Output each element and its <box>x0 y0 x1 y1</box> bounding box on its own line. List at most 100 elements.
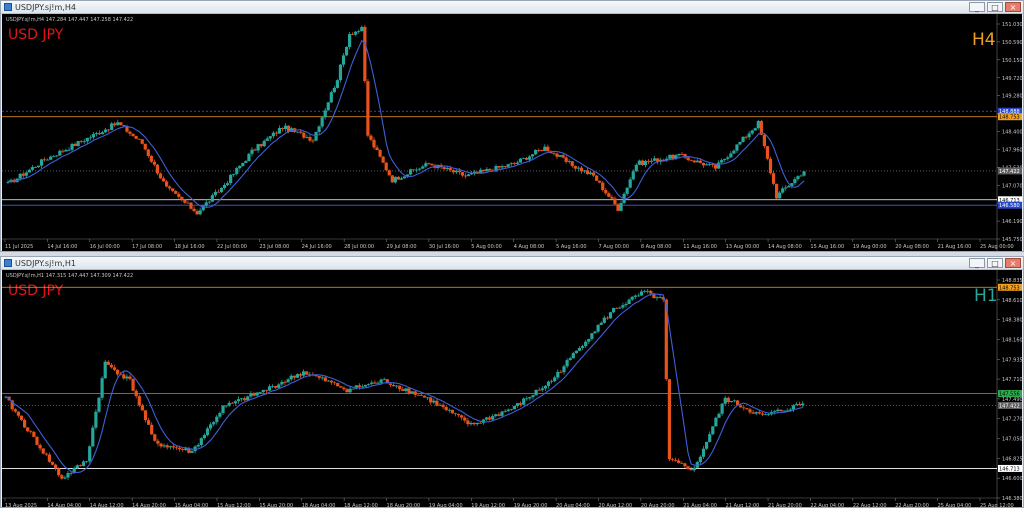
candle-bear[interactable] <box>253 149 257 151</box>
candle-bull[interactable] <box>723 158 727 161</box>
candle-bull[interactable] <box>244 160 248 163</box>
candle-bear[interactable] <box>274 132 278 134</box>
candle-bull[interactable] <box>246 396 250 401</box>
candle-bull[interactable] <box>550 381 554 382</box>
candle-bull[interactable] <box>410 391 414 394</box>
candle-bear[interactable] <box>686 157 690 160</box>
candle-bull[interactable] <box>568 358 572 361</box>
minimize-button[interactable]: _ <box>969 258 985 268</box>
candle-bear[interactable] <box>372 139 376 148</box>
candle-bull[interactable] <box>695 160 699 163</box>
candle-bear[interactable] <box>181 449 185 451</box>
candle-bear[interactable] <box>512 163 516 165</box>
candle-bear[interactable] <box>745 408 749 410</box>
candle-bull[interactable] <box>190 451 194 453</box>
candle-bear[interactable] <box>760 413 764 415</box>
candle-bull[interactable] <box>677 153 681 156</box>
candle-bull[interactable] <box>781 188 785 193</box>
candle-bear[interactable] <box>329 380 334 383</box>
candle-bear[interactable] <box>742 407 746 409</box>
candle-bull[interactable] <box>608 312 613 319</box>
candle-bear[interactable] <box>674 460 678 461</box>
candle-bear[interactable] <box>701 162 705 166</box>
candle-bear[interactable] <box>351 34 355 35</box>
candle-bear[interactable] <box>143 410 148 421</box>
candle-bear[interactable] <box>422 395 427 398</box>
candle-bear[interactable] <box>345 389 349 393</box>
candle-bear[interactable] <box>339 386 343 388</box>
candle-bear[interactable] <box>435 400 439 406</box>
candle-bear[interactable] <box>113 123 117 126</box>
candle-bull[interactable] <box>256 144 260 151</box>
candle-bear[interactable] <box>388 383 392 385</box>
candle-bear[interactable] <box>570 161 574 167</box>
candle-bear[interactable] <box>559 371 563 373</box>
candle-bull[interactable] <box>618 307 622 309</box>
candle-bear[interactable] <box>686 466 690 470</box>
candle-bear[interactable] <box>35 436 39 445</box>
candle-bull[interactable] <box>506 409 510 412</box>
candle-bear[interactable] <box>369 135 373 140</box>
candle-bear[interactable] <box>768 158 773 174</box>
candle-bear[interactable] <box>216 191 221 193</box>
candle-bear[interactable] <box>107 129 111 131</box>
candle-bear[interactable] <box>765 146 770 159</box>
candle-bull[interactable] <box>116 122 120 126</box>
candle-bull[interactable] <box>218 412 222 417</box>
candle-bull[interactable] <box>55 155 59 157</box>
candle-bull[interactable] <box>562 366 566 373</box>
candle-bear[interactable] <box>32 431 36 437</box>
candle-bear[interactable] <box>463 175 468 177</box>
candle-bear[interactable] <box>478 422 482 424</box>
candle-bear[interactable] <box>122 124 126 126</box>
candle-bear[interactable] <box>60 475 64 479</box>
candle-bull[interactable] <box>796 176 800 180</box>
candle-bear[interactable] <box>21 173 25 176</box>
candle-bear[interactable] <box>413 391 417 395</box>
candle-bull[interactable] <box>649 160 654 162</box>
candle-bull[interactable] <box>447 409 451 411</box>
candle-bear[interactable] <box>615 308 619 309</box>
candle-bull[interactable] <box>763 414 768 416</box>
candle-bear[interactable] <box>109 364 113 368</box>
candle-bull[interactable] <box>571 353 575 359</box>
candle-bull[interactable] <box>741 136 745 142</box>
candle-bull[interactable] <box>338 64 343 81</box>
candle-bull[interactable] <box>168 446 172 448</box>
candle-bull[interactable] <box>18 173 22 179</box>
candle-bear[interactable] <box>373 382 377 384</box>
candle-bull[interactable] <box>97 397 101 412</box>
candle-bear[interactable] <box>147 420 151 425</box>
candle-bear[interactable] <box>427 163 431 164</box>
candle-bull[interactable] <box>305 137 309 138</box>
candle-bull[interactable] <box>88 137 92 139</box>
candle-bear[interactable] <box>131 133 135 136</box>
candle-bull[interactable] <box>335 80 339 88</box>
candle-bull[interactable] <box>58 150 62 156</box>
candle-bear[interactable] <box>61 150 65 152</box>
candle-bear[interactable] <box>592 172 596 176</box>
candle-bear[interactable] <box>457 414 461 416</box>
candle-bull[interactable] <box>364 384 368 387</box>
candle-bear[interactable] <box>165 445 169 448</box>
candle-bull[interactable] <box>63 477 67 479</box>
candle-bull[interactable] <box>584 341 588 347</box>
candle-bear[interactable] <box>670 459 675 461</box>
candle-bull[interactable] <box>379 379 383 383</box>
candle-bull[interactable] <box>515 403 520 406</box>
candle-bear[interactable] <box>73 143 77 146</box>
candle-bear[interactable] <box>497 414 501 416</box>
candle-bear[interactable] <box>155 164 160 174</box>
candle-bull[interactable] <box>125 376 129 379</box>
candle-bull[interactable] <box>612 308 616 313</box>
candle-bear[interactable] <box>280 128 285 129</box>
candle-bear[interactable] <box>38 444 42 449</box>
candle-bull[interactable] <box>52 156 56 157</box>
candle-bear[interactable] <box>607 193 611 197</box>
candle-bear[interactable] <box>150 424 154 435</box>
candle-bull[interactable] <box>404 388 408 391</box>
candle-bull[interactable] <box>27 169 31 173</box>
candle-bear[interactable] <box>171 188 175 192</box>
candle-bear[interactable] <box>13 409 17 412</box>
candle-bear[interactable] <box>134 135 138 139</box>
